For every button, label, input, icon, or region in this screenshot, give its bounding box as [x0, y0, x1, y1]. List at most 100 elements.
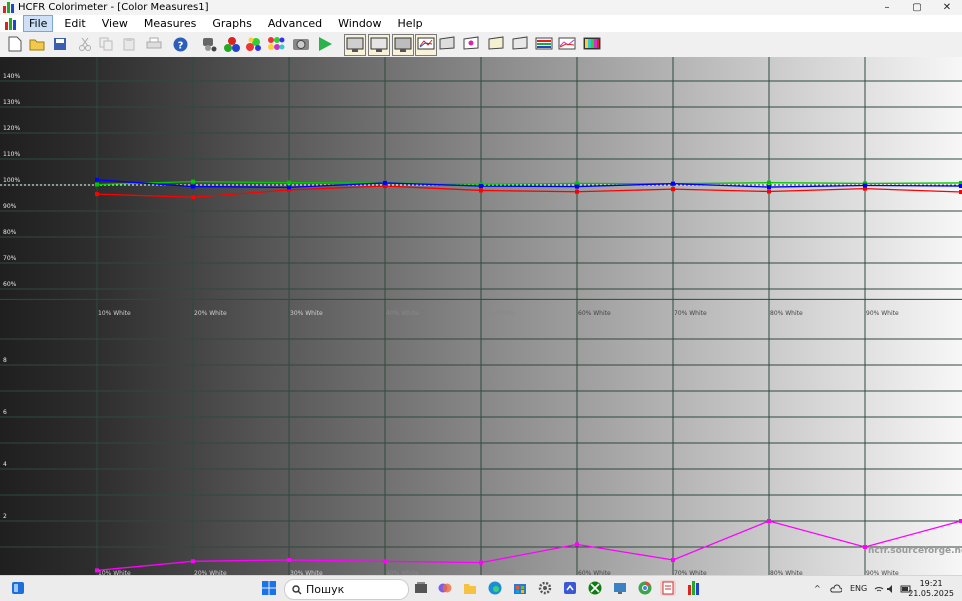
y-tick-label: 90% [3, 203, 17, 210]
view-gray-3-icon[interactable] [392, 34, 414, 56]
toolbar: ? [0, 32, 962, 58]
save-icon[interactable] [51, 35, 69, 53]
start-icon[interactable] [261, 580, 277, 596]
data-point [383, 559, 387, 564]
copilot-icon[interactable] [437, 580, 453, 596]
view-gamut-icon[interactable] [415, 34, 437, 56]
open-folder-icon[interactable] [28, 35, 46, 53]
copy-icon[interactable] [97, 35, 115, 53]
volume-icon[interactable] [886, 576, 896, 601]
watermark: hcfr.sourceforge.net [868, 546, 962, 556]
data-point [95, 177, 99, 182]
document-icon[interactable] [5, 17, 17, 30]
clock-date: 21.05.2025 [908, 589, 954, 598]
data-point [287, 185, 291, 190]
data-point [767, 185, 771, 190]
data-point [863, 545, 867, 549]
data-point [575, 542, 579, 547]
y-tick-label: 110% [3, 151, 20, 158]
data-point [191, 184, 195, 189]
color-spheres-icon[interactable] [245, 35, 263, 53]
menu-graphs[interactable]: Graphs [207, 16, 256, 31]
data-point [95, 192, 99, 197]
network-icon[interactable] [874, 576, 884, 601]
view-colors-icon[interactable] [535, 35, 553, 53]
onedrive-icon[interactable] [830, 576, 842, 601]
data-point [95, 182, 99, 187]
x-tick-label: 70% White [674, 310, 707, 317]
widgets-icon[interactable] [10, 580, 26, 596]
title-bar: HCFR Colorimeter - [Color Measures1] – ▢… [0, 0, 962, 15]
data-point [95, 568, 99, 573]
menu-bar: File Edit View Measures Graphs Advanced … [0, 15, 962, 43]
taskbar-clock[interactable]: 19:21 21.05.2025 [908, 579, 954, 599]
data-point [575, 189, 579, 194]
tray-chevron-icon[interactable]: ^ [814, 576, 821, 601]
new-file-icon[interactable] [6, 35, 24, 53]
x-tick-label: 80% White [770, 310, 803, 317]
data-point [287, 558, 291, 562]
task-view-icon[interactable] [413, 580, 429, 596]
view-monitor-2-icon[interactable] [462, 35, 480, 53]
play-icon[interactable] [316, 35, 334, 53]
data-point [671, 187, 675, 192]
view-monitor-4-icon[interactable] [511, 35, 529, 53]
remote-desktop-icon[interactable] [612, 580, 628, 596]
view-gray-1-icon[interactable] [344, 34, 366, 56]
sensor-icon[interactable] [200, 35, 218, 53]
xbox-icon[interactable] [587, 580, 603, 596]
x-tick-label: 40% White [386, 310, 419, 317]
menu-advanced[interactable]: Advanced [263, 16, 327, 31]
data-point [191, 559, 195, 564]
color-grid-icon[interactable] [267, 35, 285, 53]
hcfr-app-icon[interactable] [685, 580, 701, 596]
cut-icon[interactable] [76, 35, 94, 53]
paste-icon[interactable] [120, 35, 138, 53]
svg-text:?: ? [177, 40, 183, 51]
view-gray-2-icon[interactable] [368, 34, 390, 56]
data-point [383, 180, 387, 185]
view-test-pattern-icon[interactable] [583, 35, 601, 53]
settings-icon[interactable] [537, 580, 553, 596]
edge-icon[interactable] [487, 580, 503, 596]
menu-help[interactable]: Help [393, 16, 428, 31]
app-logo-icon [3, 2, 14, 13]
minimize-button[interactable]: – [872, 0, 902, 15]
x-tick-label: 20% White [194, 310, 227, 317]
hcfr-doc-icon[interactable] [660, 580, 676, 596]
vscode-icon[interactable] [562, 580, 578, 596]
data-point [479, 560, 483, 565]
data-point [287, 180, 291, 185]
x-tick-label: 90% White [866, 310, 899, 317]
rgb-balls-icon[interactable] [223, 35, 241, 53]
menu-measures[interactable]: Measures [139, 16, 201, 31]
language-indicator[interactable]: ENG [850, 576, 867, 601]
grayscale-chart: 140% 130% 120% 110% 100% 90% 80% 70% 60% 10% Whit… [0, 57, 962, 575]
x-tick-label: 50% White [482, 310, 515, 317]
y-tick-label: 8 [3, 357, 7, 364]
print-icon[interactable] [145, 35, 163, 53]
taskbar-search[interactable]: Пошук [284, 579, 409, 600]
menu-window[interactable]: Window [333, 16, 386, 31]
y-tick-label: 60% [3, 281, 17, 288]
view-monitor-1-icon[interactable] [438, 35, 456, 53]
view-colors-2-icon[interactable] [558, 35, 576, 53]
menu-edit[interactable]: Edit [59, 16, 90, 31]
menu-view[interactable]: View [97, 16, 133, 31]
restore-button[interactable]: ▢ [902, 0, 932, 15]
data-point [191, 195, 195, 200]
data-point [671, 181, 675, 186]
chrome-icon[interactable] [637, 580, 653, 596]
data-point [767, 519, 771, 523]
store-icon[interactable] [512, 580, 528, 596]
file-explorer-icon[interactable] [462, 580, 478, 596]
y-tick-label: 4 [3, 461, 7, 468]
clock-time: 19:21 [919, 579, 943, 588]
close-button[interactable]: ✕ [932, 0, 962, 15]
data-point [671, 558, 675, 562]
camera-icon[interactable] [292, 35, 310, 53]
data-point [863, 183, 867, 188]
view-monitor-3-icon[interactable] [487, 35, 505, 53]
help-icon[interactable]: ? [171, 35, 189, 53]
menu-file[interactable]: File [23, 15, 54, 32]
